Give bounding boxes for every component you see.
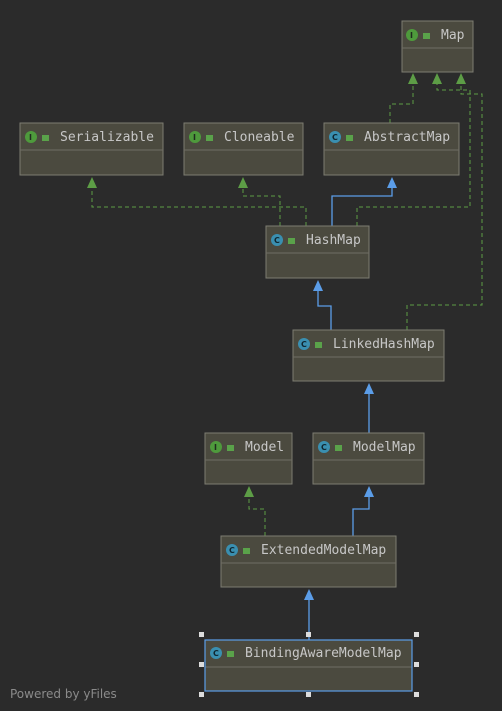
class-name: Map (441, 28, 465, 43)
arrowhead-map-2 (432, 73, 442, 84)
lock-icon (227, 651, 234, 657)
class-name: ModelMap (353, 440, 416, 455)
lock-icon (227, 445, 234, 451)
resize-handle[interactable] (306, 632, 311, 637)
lock-icon (206, 135, 213, 141)
class-name: AbstractMap (364, 130, 450, 145)
class-name: HashMap (306, 233, 361, 248)
class-node-abstractmap[interactable]: C AbstractMap (323, 122, 460, 176)
class-node-model[interactable]: I Model (204, 432, 293, 485)
lock-icon (423, 33, 430, 39)
lock-icon (315, 342, 322, 348)
resize-handle[interactable] (414, 662, 419, 667)
svg-text:C: C (332, 133, 338, 142)
class-icon: C (226, 544, 238, 556)
class-icon: C (271, 234, 283, 246)
class-name: LinkedHashMap (333, 337, 435, 352)
arrowhead-cloneable (238, 177, 248, 188)
edge-hashmap-implements-serializable (91, 186, 307, 226)
svg-text:C: C (301, 340, 307, 349)
class-node-extendedmodelmap[interactable]: C ExtendedModelMap (220, 535, 397, 588)
class-name: ExtendedModelMap (261, 543, 386, 558)
resize-handle[interactable] (306, 692, 311, 697)
interface-icon: I (189, 131, 201, 143)
resize-handle[interactable] (414, 692, 419, 697)
edge-abstractmap-implements-map (389, 82, 414, 123)
class-node-bindingawaremodelmap[interactable]: C BindingAwareModelMap (204, 639, 413, 692)
svg-text:I: I (410, 31, 413, 40)
arrowhead-modelmap (364, 486, 374, 497)
arrowhead-map-3 (456, 73, 466, 84)
resize-handle[interactable] (199, 632, 204, 637)
class-name: BindingAwareModelMap (245, 646, 402, 661)
interface-icon: I (406, 29, 418, 41)
class-node-hashmap[interactable]: C HashMap (265, 225, 370, 279)
arrowhead-hashmap (313, 280, 323, 291)
uml-class-diagram: I Map I Serializable I Cloneable C Abstr… (19, 20, 483, 697)
svg-text:C: C (321, 443, 327, 452)
svg-text:I: I (214, 443, 217, 452)
class-name: Model (245, 440, 284, 455)
lock-icon (42, 135, 49, 141)
svg-text:C: C (229, 546, 235, 555)
lock-icon (335, 445, 342, 451)
arrowhead-linkedhashmap (364, 383, 374, 394)
resize-handle[interactable] (199, 662, 204, 667)
class-node-map[interactable]: I Map (401, 20, 474, 73)
lock-icon (288, 238, 295, 244)
powered-by-watermark: Powered by yFiles (10, 687, 117, 701)
class-name: Serializable (60, 130, 154, 145)
edge-linkedhashmap-implements-map (406, 82, 483, 330)
edge-hashmap-extends-abstractmap (331, 186, 393, 226)
svg-text:C: C (274, 236, 280, 245)
resize-handle[interactable] (414, 632, 419, 637)
arrowhead-model (244, 486, 254, 497)
edge-hashmap-implements-cloneable (242, 186, 281, 226)
class-icon: C (210, 647, 222, 659)
arrowhead-abstractmap (387, 177, 397, 188)
class-node-serializable[interactable]: I Serializable (19, 122, 164, 176)
lock-icon (243, 548, 250, 554)
edge-extendedmodelmap-extends-modelmap (352, 496, 370, 536)
class-node-linkedhashmap[interactable]: C LinkedHashMap (292, 329, 445, 382)
class-node-modelmap[interactable]: C ModelMap (312, 432, 425, 485)
svg-text:C: C (213, 649, 219, 658)
class-icon: C (298, 338, 310, 350)
arrowhead-serializable (87, 177, 97, 188)
edge-extendedmodelmap-implements-model (248, 496, 266, 536)
interface-icon: I (25, 131, 37, 143)
arrowhead-extendedmodelmap (304, 589, 314, 600)
arrowhead-map-1 (408, 73, 418, 84)
abstract-class-icon: C (329, 131, 341, 143)
class-node-cloneable[interactable]: I Cloneable (183, 122, 304, 176)
edge-linkedhashmap-extends-hashmap (317, 289, 332, 330)
class-name: Cloneable (224, 130, 295, 145)
resize-handle[interactable] (199, 692, 204, 697)
class-icon: C (318, 441, 330, 453)
svg-text:I: I (193, 133, 196, 142)
svg-text:I: I (29, 133, 32, 142)
lock-icon (346, 135, 353, 141)
interface-icon: I (210, 441, 222, 453)
